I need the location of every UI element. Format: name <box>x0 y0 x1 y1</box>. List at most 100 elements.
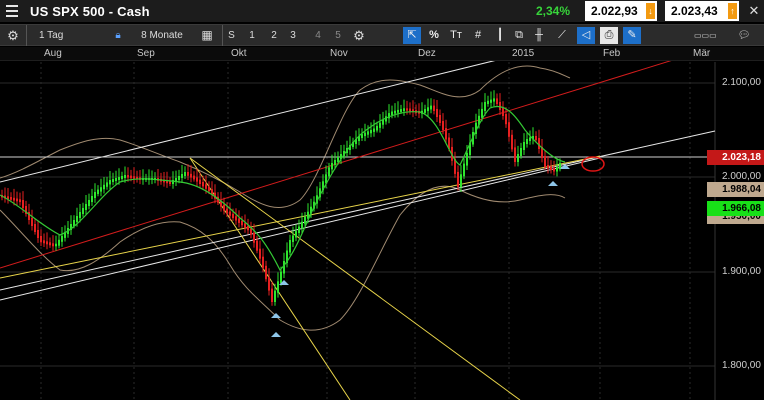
shortcut-5-button[interactable]: 5 <box>330 25 346 46</box>
candle-body <box>85 204 87 210</box>
chart-toolbar: ⚙ 1 Tag 🔒︎ 8 Monate ▦ S 1 2 3 4 5 ⚙ ⇱ % … <box>0 24 764 46</box>
period-select[interactable]: 8 Monate <box>128 25 196 46</box>
candle-body <box>292 235 294 242</box>
candle-body <box>178 176 180 180</box>
shortcut-3-button[interactable]: 3 <box>284 25 302 46</box>
candle-body <box>19 199 21 203</box>
shortcut-2-button[interactable]: 2 <box>266 25 282 46</box>
candle-body <box>193 175 195 180</box>
candle-body <box>82 208 84 214</box>
candle-body <box>400 109 402 112</box>
candle-body <box>391 111 393 116</box>
hamburger-menu-icon[interactable] <box>0 0 24 22</box>
candle-body <box>130 175 132 179</box>
drawing-settings-icon[interactable]: ✎ <box>623 27 641 44</box>
moving-average-line <box>0 106 566 272</box>
annotation-tool-icon[interactable]: ◁ <box>577 27 595 44</box>
price-chart[interactable] <box>0 47 764 400</box>
candle-body <box>271 288 273 302</box>
chart-canvas[interactable] <box>0 47 764 400</box>
candle-body <box>76 216 78 222</box>
shortcut-s-button[interactable]: S <box>222 25 240 46</box>
candle-body <box>523 142 525 150</box>
resize-icon[interactable]: ▭▭▭ <box>694 25 717 46</box>
candle-body <box>109 180 111 185</box>
percent-scale-button[interactable]: % <box>425 27 443 44</box>
candle-body <box>229 211 231 216</box>
candle-body <box>16 198 18 202</box>
ohlc-icon[interactable]: ╫ <box>530 27 548 44</box>
candle-body <box>52 243 54 247</box>
shortcut-4-button[interactable]: 4 <box>310 25 326 46</box>
candle-body <box>46 241 48 245</box>
sell-price-button[interactable]: 2.022,93 ↓ <box>585 1 657 21</box>
print-icon[interactable]: ⎙ <box>600 27 618 44</box>
candle-body <box>97 189 99 194</box>
candle-body <box>460 174 462 187</box>
candle-body <box>226 208 228 214</box>
candle-body <box>376 125 378 131</box>
candle-body <box>280 271 282 284</box>
candle-body <box>127 175 129 178</box>
candle-body <box>556 167 558 172</box>
close-icon[interactable]: ✕ <box>744 0 764 22</box>
candle-body <box>91 196 93 202</box>
candle-body <box>535 136 537 140</box>
candle-body <box>334 160 336 165</box>
trendline-tool-icon[interactable]: ⟋ <box>553 27 571 44</box>
candle-body <box>493 98 495 102</box>
candle-body <box>232 213 234 219</box>
candle-body <box>379 122 381 128</box>
interval-select[interactable]: 1 Tag <box>26 25 108 46</box>
text-tool-button[interactable]: Tт <box>447 27 465 44</box>
candle-body <box>328 167 330 177</box>
chat-icon[interactable]: 💬︎ <box>734 25 754 46</box>
candle-body <box>49 242 51 246</box>
buy-price-button[interactable]: 2.023,43 ↑ <box>665 1 739 21</box>
grid-icon[interactable]: # <box>469 27 487 44</box>
level-tag: 1.966,08 <box>707 201 764 216</box>
candle-body <box>10 197 12 200</box>
candle-body <box>490 99 492 103</box>
crosshair-cursor-icon[interactable]: ⇱ <box>403 27 421 44</box>
daily-change-percent: 2,34% <box>535 4 571 18</box>
candle-body <box>505 114 507 125</box>
candle-body <box>457 171 459 187</box>
candle-body <box>373 128 375 132</box>
candle-body <box>427 107 429 112</box>
candle-body <box>115 178 117 181</box>
calendar-icon[interactable]: ▦ <box>198 25 216 46</box>
candle-body <box>301 221 303 229</box>
candle-body <box>409 108 411 112</box>
candle-body <box>508 122 510 137</box>
candle-body <box>517 154 519 162</box>
indicator-gear-icon[interactable]: ⚙ <box>350 25 368 46</box>
candle-body <box>133 176 135 179</box>
candle-body <box>499 102 501 110</box>
instrument-title: US SPX 500 - Cash <box>30 3 150 19</box>
candlestick-icon[interactable]: ⧉ <box>510 27 528 44</box>
candle-body <box>298 226 300 233</box>
candle-body <box>112 179 114 182</box>
current-price-tag: 2.023,18 <box>707 150 764 165</box>
month-label: Nov <box>330 48 348 59</box>
candle-body <box>337 157 339 162</box>
lock-icon[interactable]: 🔒︎ <box>110 25 126 46</box>
candle-body <box>184 172 186 176</box>
candle-body <box>484 102 486 111</box>
candle-body <box>439 115 441 123</box>
candle-body <box>436 109 438 117</box>
candle-body <box>40 236 42 243</box>
bollinger-lower-band <box>0 185 566 331</box>
candle-body <box>250 228 252 235</box>
shortcut-1-button[interactable]: 1 <box>244 25 260 46</box>
candle-body <box>190 173 192 178</box>
interval-value: 1 Tag <box>39 30 64 41</box>
candle-body <box>31 218 33 226</box>
price-axis-label: 2.100,00 <box>722 77 761 88</box>
settings-gear-icon[interactable]: ⚙ <box>4 25 22 46</box>
bar-chart-icon[interactable]: ┃ <box>491 27 509 44</box>
candle-body <box>406 108 408 111</box>
sell-arrow-icon: ↓ <box>646 3 655 19</box>
candle-body <box>367 131 369 135</box>
